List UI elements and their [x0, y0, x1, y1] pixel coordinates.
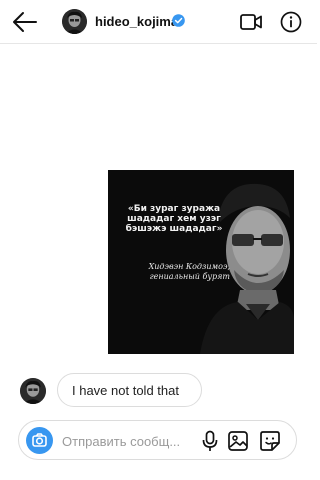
sticker-icon[interactable] [259, 430, 281, 452]
info-circle-icon[interactable] [280, 11, 302, 33]
username[interactable]: hideo_kojima [95, 14, 178, 29]
message-composer [18, 420, 297, 460]
chat-header: hideo_kojima [0, 0, 317, 44]
camera-button[interactable] [26, 427, 53, 454]
microphone-icon[interactable] [201, 430, 219, 452]
arrow-left-icon[interactable] [12, 10, 38, 34]
avatar[interactable] [62, 9, 87, 34]
message-text: I have not told that [72, 383, 179, 398]
video-camera-icon[interactable] [240, 12, 262, 32]
message-input[interactable] [62, 430, 192, 452]
quote-author: Хидэвэн Кодзимоэ, гениальный бурят [148, 262, 230, 281]
message-bubble[interactable]: I have not told that [57, 373, 202, 407]
gallery-icon[interactable] [227, 430, 249, 452]
quote-text: «Би зураг зуража шададаг хем узэг бэшэжэ… [125, 204, 223, 234]
camera-icon [32, 433, 47, 447]
avatar[interactable] [20, 378, 46, 404]
verified-badge-icon [172, 14, 185, 27]
shared-post[interactable]: «Би зураг зуража шададаг хем узэг бэшэжэ… [108, 170, 294, 354]
